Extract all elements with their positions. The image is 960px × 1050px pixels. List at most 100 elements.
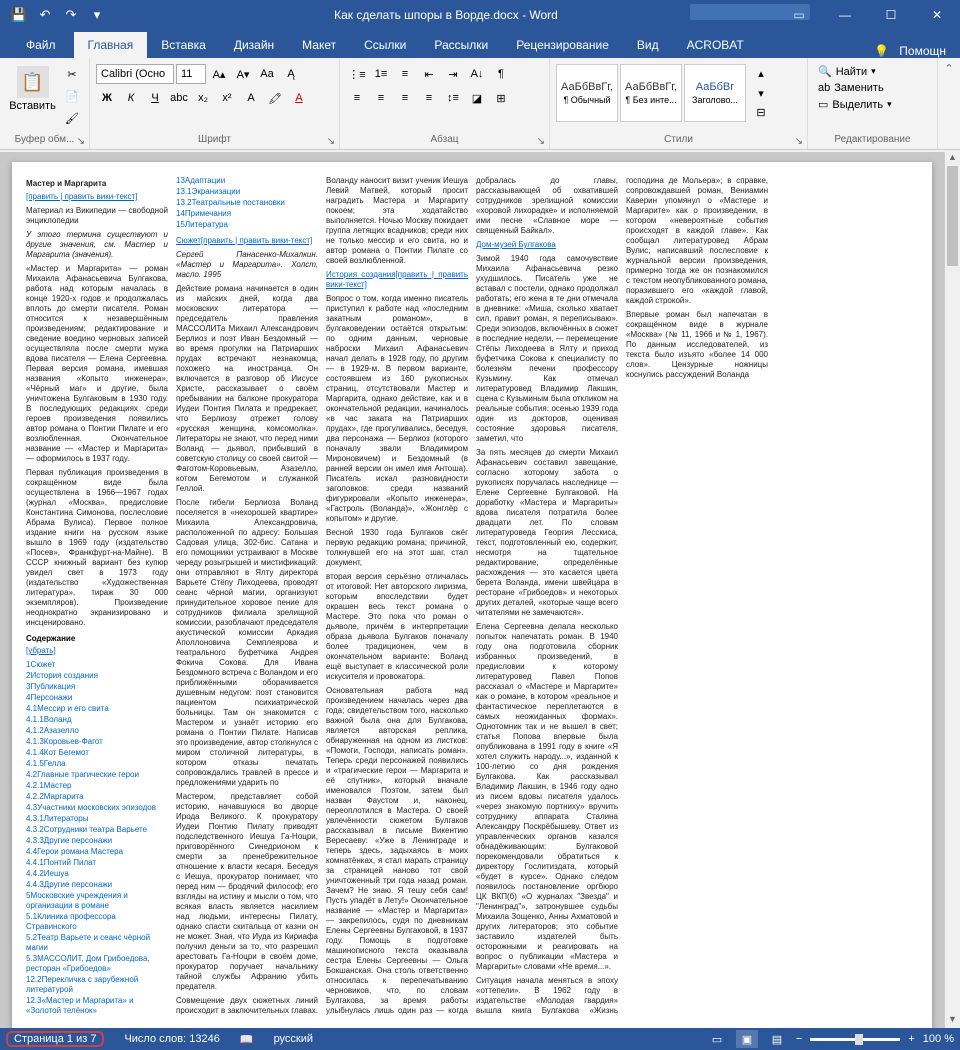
status-word-count[interactable]: Число слов: 13246	[124, 1033, 219, 1045]
zoom-slider[interactable]	[810, 1038, 900, 1041]
view-web-icon[interactable]: ▤	[766, 1030, 788, 1048]
toc-entry[interactable]: 4.4.2Иешуа	[26, 869, 168, 879]
toc-entry[interactable]: 5Московские учреждения и организации в р…	[26, 891, 168, 911]
status-language[interactable]: русский	[274, 1033, 313, 1045]
toc-entry[interactable]: 4.1.1Воланд	[26, 715, 168, 725]
tab-view[interactable]: Вид	[623, 32, 673, 58]
toc-entry[interactable]: 4.2Главные трагические герои	[26, 770, 168, 780]
zoom-level[interactable]: 100 %	[923, 1033, 954, 1045]
toc-entry[interactable]: 4.4.3Другие персонажи	[26, 880, 168, 890]
toc-entry[interactable]: 15Литература	[176, 220, 318, 230]
tab-references[interactable]: Ссылки	[350, 32, 420, 58]
styles-launcher-icon[interactable]: ↘	[795, 136, 803, 147]
select-button[interactable]: ▭Выделить▾	[814, 97, 896, 112]
collapse-ribbon-icon[interactable]: ⌃	[944, 62, 953, 75]
align-right-icon[interactable]: ≡	[394, 88, 416, 108]
qat-customize-icon[interactable]: ▾	[86, 4, 108, 26]
numbering-icon[interactable]: 1≡	[370, 64, 392, 84]
toc-entry[interactable]: 12.2Перекличка с зарубежной литературой	[26, 975, 168, 995]
vertical-scrollbar[interactable]: ▲ ▼	[944, 152, 960, 1028]
tab-acrobat[interactable]: ACROBAT	[673, 32, 758, 58]
show-marks-icon[interactable]: ¶	[490, 64, 512, 84]
font-launcher-icon[interactable]: ↘	[327, 136, 335, 147]
font-size-combo[interactable]: 11	[176, 64, 206, 84]
zoom-out-icon[interactable]: −	[796, 1033, 802, 1045]
font-name-combo[interactable]: Calibri (Осно	[96, 64, 174, 84]
increase-indent-icon[interactable]: ⇥	[442, 64, 464, 84]
scroll-up-icon[interactable]: ▲	[945, 152, 960, 166]
document-canvas[interactable]: Мастер и Маргарита [править | править ви…	[0, 152, 944, 1028]
toc-entry[interactable]: 4.2.2Маргарита	[26, 792, 168, 802]
toc-entry[interactable]: 4.3.2Сотрудники театра Варьете	[26, 825, 168, 835]
paste-button[interactable]: 📋 Вставить	[6, 64, 59, 114]
toc-entry[interactable]: 13.1Экранизации	[176, 187, 318, 197]
toc-entry[interactable]: 4.4.1Понтий Пилат	[26, 858, 168, 868]
align-center-icon[interactable]: ≡	[370, 88, 392, 108]
toc-entry[interactable]: 4.1.5Гелла	[26, 759, 168, 769]
toc-entry[interactable]: 4.2.1Мастер	[26, 781, 168, 791]
copy-icon[interactable]: 📄	[61, 86, 83, 106]
toc-entry[interactable]: 13Адаптации	[176, 176, 318, 186]
toc-entry[interactable]: 4Персонажи	[26, 693, 168, 703]
toc-entry[interactable]: 4.1.4Кот Бегемот	[26, 748, 168, 758]
sort-icon[interactable]: A↓	[466, 64, 488, 84]
font-color-icon[interactable]: A	[288, 88, 310, 108]
superscript-icon[interactable]: x²	[216, 88, 238, 108]
style-normal[interactable]: АаБбВвГг, ¶ Обычный	[556, 64, 618, 122]
toc-entry[interactable]: 4.4Герои романа Мастера	[26, 847, 168, 857]
status-page[interactable]: Страница 1 из 7	[6, 1031, 104, 1047]
multilevel-icon[interactable]: ≡	[394, 64, 416, 84]
underline-icon[interactable]: Ч	[144, 88, 166, 108]
undo-icon[interactable]: ↶	[34, 4, 56, 26]
tab-file[interactable]: Файл	[8, 32, 74, 58]
toc-entry[interactable]: 5.2Театр Варьете и сеанс чёрной магии	[26, 933, 168, 953]
toc-entry[interactable]: 4.1.3Коровьев-Фагот	[26, 737, 168, 747]
subscript-icon[interactable]: x₂	[192, 88, 214, 108]
tab-layout[interactable]: Макет	[288, 32, 350, 58]
redo-icon[interactable]: ↷	[60, 4, 82, 26]
tab-review[interactable]: Рецензирование	[502, 32, 623, 58]
text-effects-icon[interactable]: A	[240, 88, 262, 108]
toc-entry[interactable]: 4.1.2Азазелло	[26, 726, 168, 736]
bold-icon[interactable]: Ж	[96, 88, 118, 108]
strike-icon[interactable]: abc	[168, 88, 190, 108]
toc-entry[interactable]: 4.3.1Литераторы	[26, 814, 168, 824]
toc-entry[interactable]: 14Примечания	[176, 209, 318, 219]
tab-mailings[interactable]: Рассылки	[420, 32, 502, 58]
zoom-in-icon[interactable]: +	[908, 1033, 914, 1045]
toc-entry[interactable]: 3Публикация	[26, 682, 168, 692]
line-spacing-icon[interactable]: ↕≡	[442, 88, 464, 108]
toc-entry[interactable]: 1Сюжет	[26, 660, 168, 670]
scroll-thumb[interactable]	[947, 166, 958, 266]
minimize-icon[interactable]: —	[822, 0, 868, 30]
tab-home[interactable]: Главная	[74, 32, 148, 58]
style-no-spacing[interactable]: АаБбВвГг, ¶ Без инте...	[620, 64, 682, 122]
borders-icon[interactable]: ⊞	[490, 88, 512, 108]
styles-down-icon[interactable]: ▾	[750, 84, 772, 103]
change-case-icon[interactable]: Aa	[256, 64, 278, 84]
close-icon[interactable]: ✕	[914, 0, 960, 30]
justify-icon[interactable]: ≡	[418, 88, 440, 108]
help-label[interactable]: Помощн	[899, 44, 946, 58]
maximize-icon[interactable]: ☐	[868, 0, 914, 30]
toc-entry[interactable]: 5.1Клиника профессора Стравинского	[26, 912, 168, 932]
replace-button[interactable]: abЗаменить	[814, 81, 896, 95]
status-proofing-icon[interactable]: 📖	[240, 1033, 254, 1046]
highlight-icon[interactable]: 🖍	[264, 88, 286, 108]
find-button[interactable]: 🔍Найти▾	[814, 64, 896, 79]
paragraph-launcher-icon[interactable]: ↘	[537, 136, 545, 147]
bullets-icon[interactable]: ⋮≡	[346, 64, 368, 84]
styles-up-icon[interactable]: ▴	[750, 64, 772, 83]
toc-entry[interactable]: 12.3«Мастер и Маргарита» и «Золотой телё…	[26, 996, 168, 1016]
decrease-indent-icon[interactable]: ⇤	[418, 64, 440, 84]
style-heading1[interactable]: АаБбВг Заголово...	[684, 64, 746, 122]
toc-entry[interactable]: 4.3Участники московских эпизодов	[26, 803, 168, 813]
tab-design[interactable]: Дизайн	[220, 32, 288, 58]
clear-format-icon[interactable]: Ą	[280, 64, 302, 84]
view-read-icon[interactable]: ▭	[706, 1030, 728, 1048]
toc-entry[interactable]: 4.3.3Другие персонажи	[26, 836, 168, 846]
toc-entry[interactable]: 5.3МАССОЛИТ, Дом Грибоедова, ресторан «Г…	[26, 954, 168, 974]
toc-entry[interactable]: 4.1Мессир и его свита	[26, 704, 168, 714]
italic-icon[interactable]: К	[120, 88, 142, 108]
toc-entry[interactable]: 13.2Театральные постановки	[176, 198, 318, 208]
